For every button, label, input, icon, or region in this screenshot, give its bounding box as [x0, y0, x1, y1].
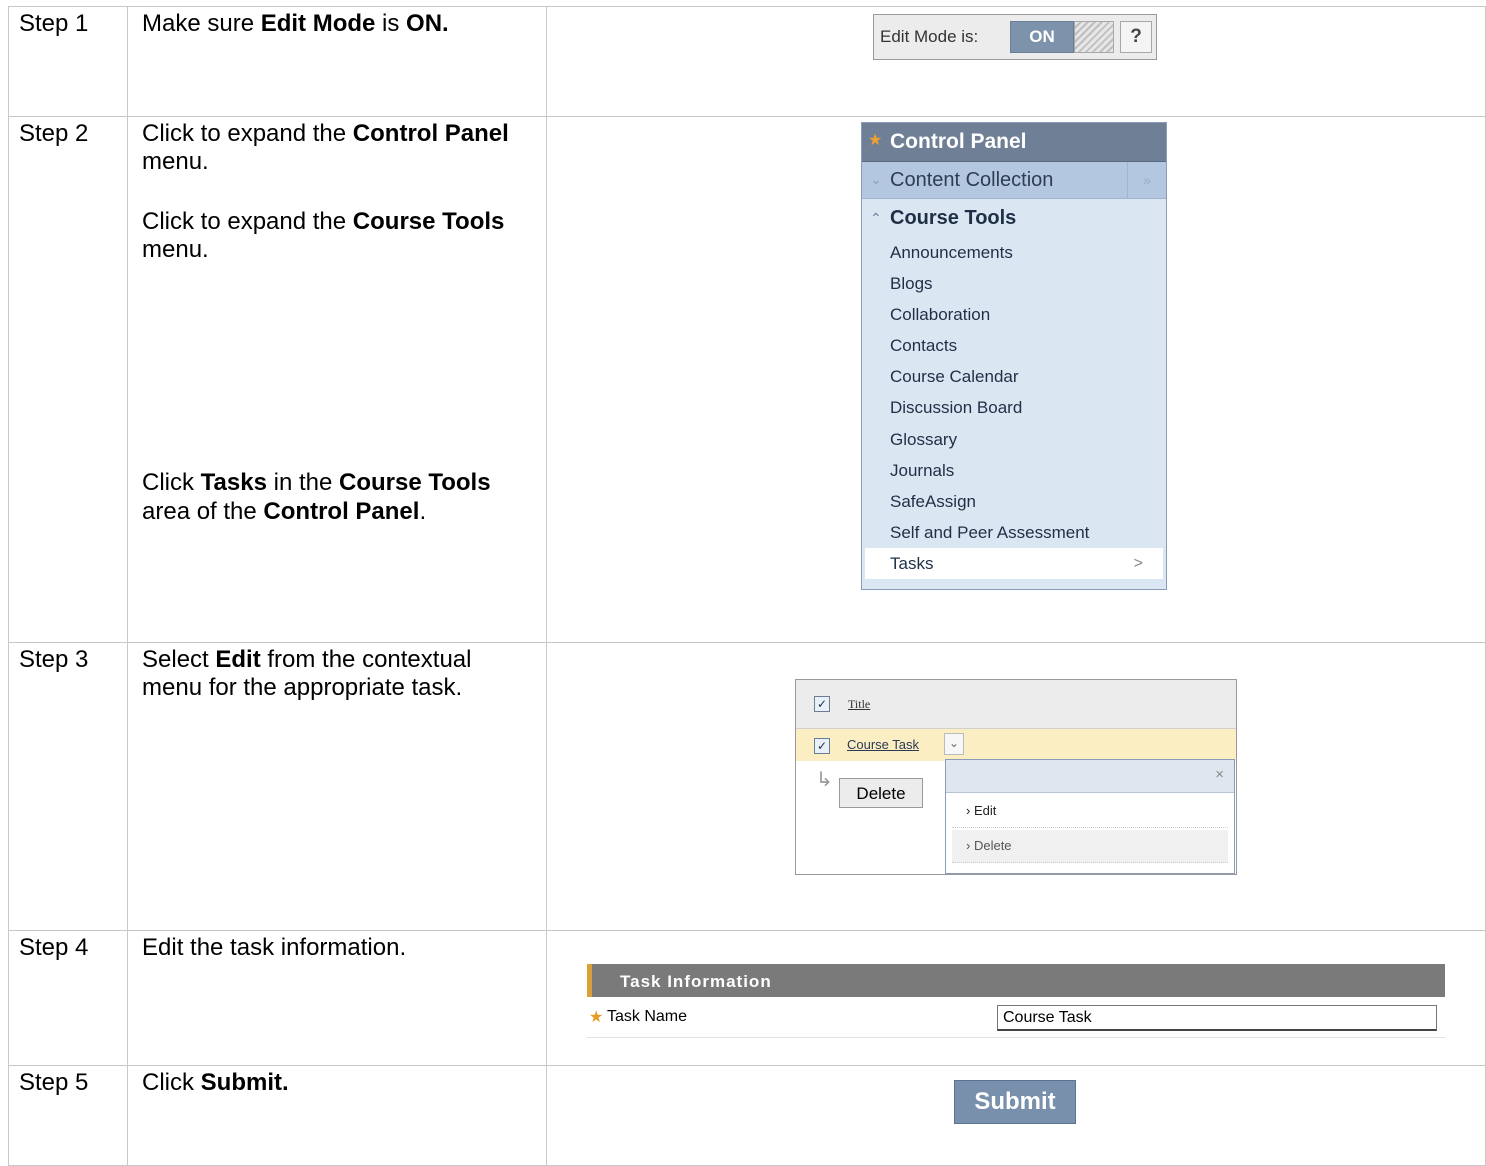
course-tools-item[interactable]: ⌃ Course Tools	[862, 199, 1166, 237]
contextual-menu-delete[interactable]: › Delete	[952, 830, 1228, 863]
course-tools-label: Course Tools	[890, 207, 1017, 229]
step-2-instruction-b: Click to expand the Course Tools menu.	[142, 207, 505, 263]
edit-mode-on-button[interactable]: ON	[1010, 21, 1074, 53]
chevron-down-icon: ⌄	[870, 171, 882, 187]
task-information-form: Task Information ★ Task Name Course Task	[587, 964, 1445, 1040]
double-chevron-right-icon[interactable]: »	[1127, 162, 1166, 198]
step-5-instruction: Click Submit.	[142, 1069, 289, 1096]
task-link[interactable]: Course Task	[847, 737, 919, 752]
delete-button[interactable]: Delete	[839, 778, 923, 808]
content-collection-label: Content Collection	[890, 169, 1054, 191]
chevron-up-icon: ⌃	[870, 210, 882, 226]
section-title: Task Information	[620, 972, 772, 991]
menu-item-glossary[interactable]: Glossary	[862, 424, 1166, 455]
task-information-header: Task Information	[587, 964, 1445, 997]
step-3-instruction: Select Edit from the contextual menu for…	[142, 646, 472, 702]
menu-item-course-calendar[interactable]: Course Calendar	[862, 361, 1166, 392]
required-star-icon: ★	[589, 1009, 604, 1026]
step-row-2: Step 2 Click to expand the Control Panel…	[8, 116, 1486, 643]
menu-item-blogs[interactable]: Blogs	[862, 268, 1166, 299]
task-name-label: Task Name	[607, 1008, 688, 1025]
edit-mode-toggle: Edit Mode is: ON ?	[873, 14, 1157, 60]
star-icon: ★	[868, 132, 883, 149]
close-icon[interactable]: ×	[1215, 766, 1224, 783]
task-name-row: ★ Task Name Course Task	[587, 997, 1445, 1038]
control-panel-menu: ★ Control Panel ⌄ Content Collection » ⌃…	[861, 122, 1167, 590]
help-button[interactable]: ?	[1120, 21, 1152, 53]
step-label: Step 1	[19, 10, 89, 37]
step-label: Step 4	[19, 934, 89, 961]
step-4-instruction: Edit the task information.	[142, 934, 407, 961]
menu-item-safeassign[interactable]: SafeAssign	[862, 486, 1166, 517]
menu-item-tasks[interactable]: Tasks >	[865, 547, 1163, 580]
chevron-right-icon: >	[1133, 554, 1143, 572]
menu-item-announcements[interactable]: Announcements	[862, 237, 1166, 268]
step-2-instruction-c: Click Tasks in the Course Tools area of …	[142, 469, 491, 525]
edit-mode-label: Edit Mode is:	[880, 27, 979, 46]
step-1-instruction: Make sure Edit Mode is ON.	[142, 10, 449, 37]
menu-item-tasks-label: Tasks	[890, 553, 934, 573]
steps-table: Step 1 Make sure Edit Mode is ON. Edit M…	[8, 6, 1486, 1166]
title-column-header[interactable]: Title	[848, 697, 870, 712]
step-2-instruction-a: Click to expand the Control Panel menu.	[142, 120, 509, 176]
edit-mode-switch-icon[interactable]	[1074, 21, 1114, 53]
step-label: Step 2	[19, 120, 89, 147]
step-label: Step 3	[19, 646, 89, 673]
step-label: Step 5	[19, 1069, 89, 1096]
step-row-3: Step 3 Select Edit from the contextual m…	[8, 642, 1486, 931]
content-collection-item[interactable]: ⌄ Content Collection »	[862, 162, 1166, 199]
step-row-1: Step 1 Make sure Edit Mode is ON. Edit M…	[8, 6, 1486, 117]
step-row-4: Step 4 Edit the task information. Task I…	[8, 930, 1486, 1066]
contextual-menu: × › Edit › Delete	[945, 759, 1235, 874]
context-menu-chevron-icon[interactable]: ⌄	[944, 733, 964, 755]
task-name-field[interactable]: Course Task	[997, 1005, 1437, 1031]
menu-item-contacts[interactable]: Contacts	[862, 330, 1166, 361]
task-list-screenshot: ✓ Title ✓ Course Task ⌄ ↳ Delete × › Edi…	[795, 679, 1237, 875]
menu-item-discussion-board[interactable]: Discussion Board	[862, 392, 1166, 423]
arrow-hook-icon: ↳	[816, 769, 833, 791]
submit-button[interactable]: Submit	[954, 1080, 1076, 1124]
menu-item-journals[interactable]: Journals	[862, 455, 1166, 486]
control-panel-title: Control Panel	[890, 130, 1027, 153]
menu-item-self-and-peer-assessment[interactable]: Self and Peer Assessment	[862, 517, 1166, 548]
control-panel-header[interactable]: ★ Control Panel	[862, 123, 1166, 162]
task-checkbox[interactable]: ✓	[814, 738, 830, 754]
task-row: ✓ Course Task ⌄	[796, 729, 1236, 761]
contextual-menu-edit[interactable]: › Edit	[952, 795, 1228, 828]
task-list-header: ✓ Title	[796, 680, 1236, 729]
menu-item-collaboration[interactable]: Collaboration	[862, 299, 1166, 330]
select-all-checkbox[interactable]: ✓	[814, 696, 830, 712]
contextual-menu-header: ×	[946, 760, 1234, 793]
step-row-5: Step 5 Click Submit. Submit	[8, 1065, 1486, 1166]
